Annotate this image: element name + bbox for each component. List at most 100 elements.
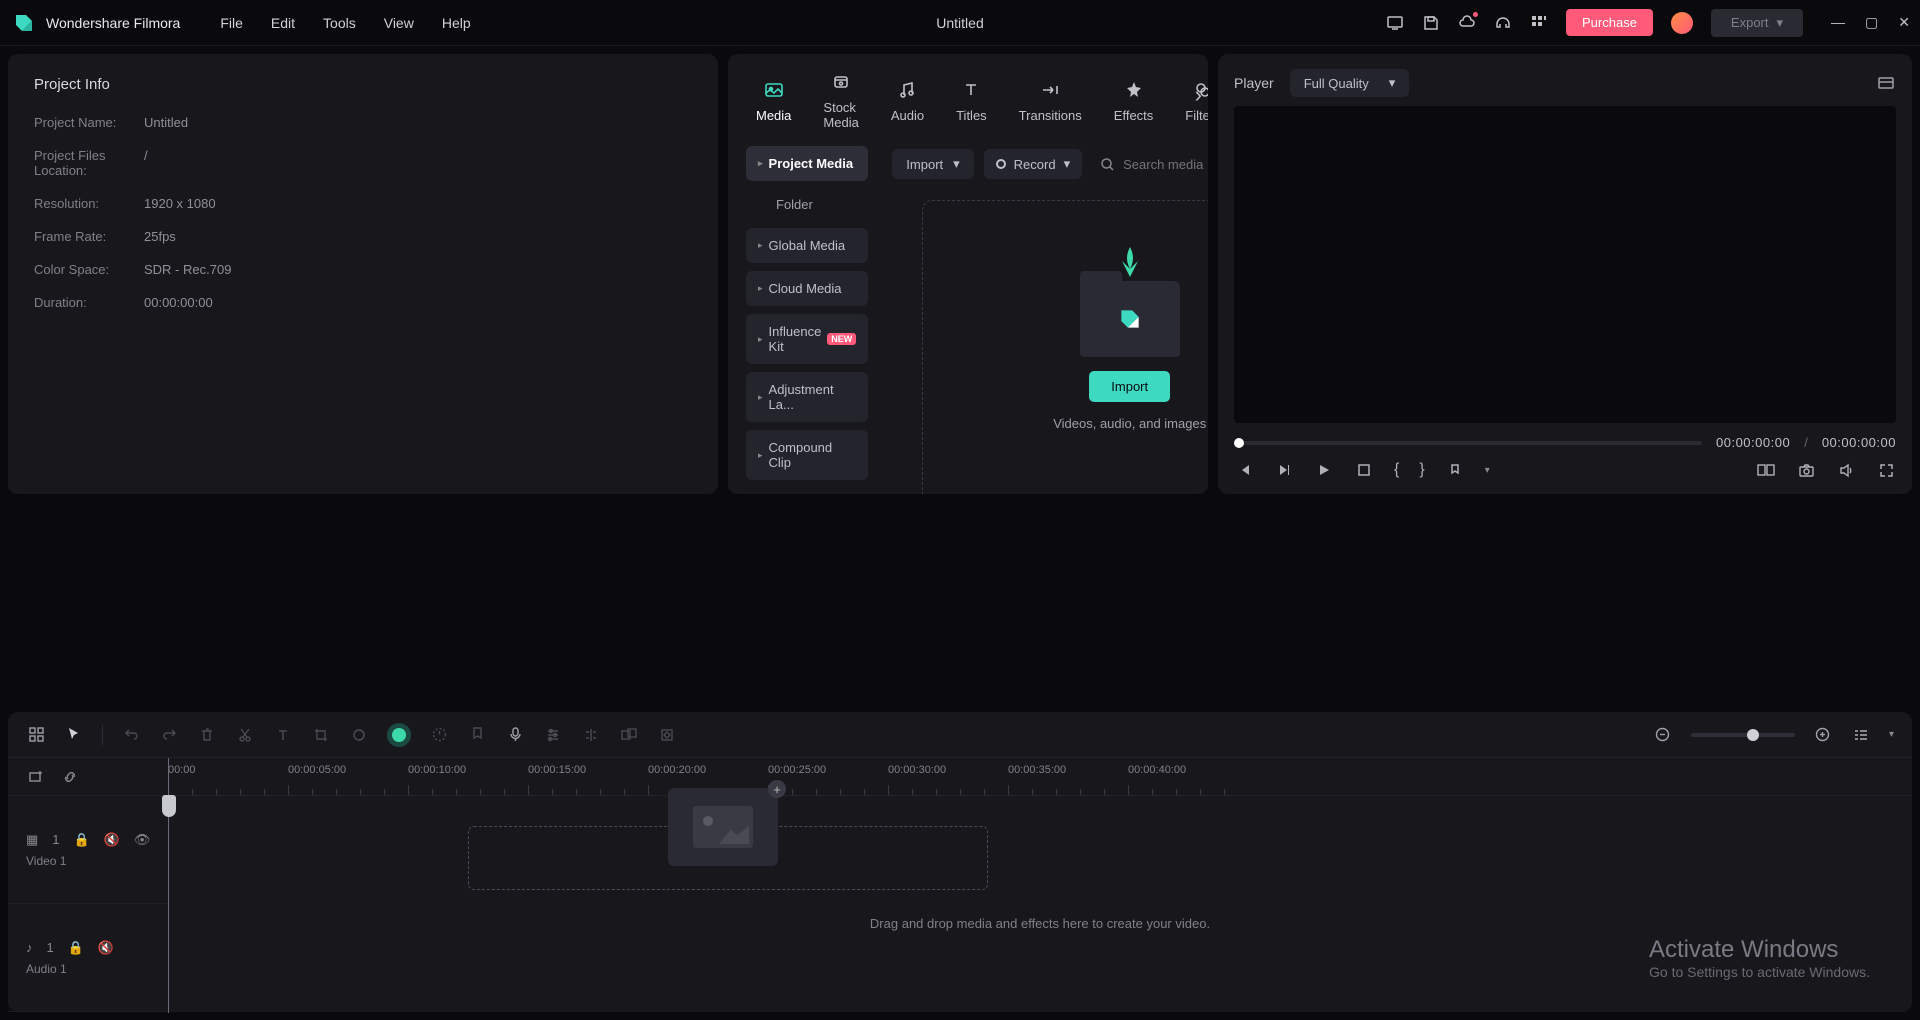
split-icon[interactable] xyxy=(581,725,601,745)
chevron-down-icon[interactable]: ▾ xyxy=(1485,465,1490,476)
link-icon[interactable] xyxy=(62,769,78,785)
timeline-lanes[interactable]: Drag and drop media and effects here to … xyxy=(168,796,1912,1012)
menu-view[interactable]: View xyxy=(384,15,414,31)
zoom-thumb[interactable] xyxy=(1747,729,1759,741)
tab-titles[interactable]: Titles xyxy=(944,72,999,129)
visibility-icon[interactable]: 👁 xyxy=(134,832,151,848)
step-forward-icon[interactable] xyxy=(1274,460,1294,480)
window-maximize[interactable]: ▢ xyxy=(1865,14,1878,31)
mark-out-icon[interactable]: } xyxy=(1419,461,1424,479)
tabs-scroll-right-icon[interactable]: › xyxy=(1195,82,1202,108)
ruler-mark: 00:00:40:00 xyxy=(1128,764,1186,776)
marker-tool-icon[interactable] xyxy=(467,725,487,745)
apps-icon[interactable] xyxy=(1530,14,1548,32)
tab-filters[interactable]: Filters xyxy=(1173,72,1208,129)
import-button[interactable]: Import xyxy=(1089,371,1170,402)
marker-dropdown-icon[interactable] xyxy=(1445,460,1465,480)
menu-edit[interactable]: Edit xyxy=(271,15,295,31)
media-dropzone[interactable]: Import Videos, audio, and images xyxy=(922,200,1208,494)
quality-dropdown[interactable]: Full Quality▾ xyxy=(1290,69,1410,97)
mark-in-icon[interactable]: { xyxy=(1394,461,1399,479)
sidebar-item-project-media[interactable]: ▸Project Media xyxy=(746,146,868,181)
track-header-audio[interactable]: ♪ 1 🔒 🔇 Audio 1 xyxy=(8,904,168,1012)
timeline-ruler[interactable]: 00:0000:00:05:0000:00:10:0000:00:15:0000… xyxy=(8,758,1912,796)
keyframe-icon[interactable] xyxy=(657,725,677,745)
media-tab-strip: Media Stock Media Audio Titles Transitio… xyxy=(728,54,1208,136)
preview-viewport[interactable] xyxy=(1234,106,1896,423)
document-title: Untitled xyxy=(936,15,983,31)
menu-file[interactable]: File xyxy=(220,15,243,31)
record-dropdown[interactable]: Record▾ xyxy=(984,149,1082,179)
text-icon[interactable] xyxy=(273,725,293,745)
snapshot-icon[interactable] xyxy=(1796,460,1816,480)
zoom-out-icon[interactable] xyxy=(1653,725,1673,745)
track-index: 1 xyxy=(47,940,54,956)
seek-bar[interactable] xyxy=(1234,441,1702,445)
transitions-icon xyxy=(1038,78,1062,102)
voiceover-icon[interactable] xyxy=(505,725,525,745)
sidebar-item-influence-kit[interactable]: ▸Influence KitNEW xyxy=(746,314,868,364)
zoom-in-icon[interactable] xyxy=(1813,725,1833,745)
skip-back-icon[interactable] xyxy=(1234,460,1254,480)
add-track-icon[interactable] xyxy=(28,769,44,785)
window-minimize[interactable]: — xyxy=(1831,14,1845,31)
dropzone-hint: Videos, audio, and images xyxy=(1053,416,1206,431)
project-info-panel: Project Info Project Name:Untitled Proje… xyxy=(8,54,718,494)
mixer-icon[interactable] xyxy=(543,725,563,745)
undo-icon[interactable] xyxy=(121,725,141,745)
export-button[interactable]: Export▾ xyxy=(1711,9,1803,37)
aspect-icon[interactable] xyxy=(1876,73,1896,93)
speed-icon[interactable] xyxy=(429,725,449,745)
ai-icon[interactable] xyxy=(387,723,411,747)
tab-stock-media[interactable]: Stock Media xyxy=(811,64,870,136)
sidebar-item-global-media[interactable]: ▸Global Media xyxy=(746,228,868,263)
zoom-slider[interactable] xyxy=(1691,733,1795,737)
delete-icon[interactable] xyxy=(197,725,217,745)
search-input[interactable] xyxy=(1123,157,1208,172)
compare-icon[interactable] xyxy=(1756,460,1776,480)
tab-effects[interactable]: Effects xyxy=(1102,72,1166,129)
save-icon[interactable] xyxy=(1422,14,1440,32)
layout-icon[interactable] xyxy=(26,725,46,745)
crop-icon[interactable] xyxy=(311,725,331,745)
fullscreen-icon[interactable] xyxy=(1876,460,1896,480)
track-header-video[interactable]: ▦ 1 🔒 🔇 👁 Video 1 xyxy=(8,796,168,904)
menu-help[interactable]: Help xyxy=(442,15,471,31)
tab-transitions[interactable]: Transitions xyxy=(1007,72,1094,129)
screen-icon[interactable] xyxy=(1386,14,1404,32)
cloud-icon[interactable] xyxy=(1458,14,1476,32)
sidebar-item-folder[interactable]: Folder xyxy=(746,189,868,220)
group-icon[interactable] xyxy=(619,725,639,745)
cut-icon[interactable] xyxy=(235,725,255,745)
mute-icon[interactable]: 🔇 xyxy=(98,940,114,956)
lock-icon[interactable]: 🔒 xyxy=(74,832,90,848)
play-icon[interactable] xyxy=(1314,460,1334,480)
selection-tool-icon[interactable] xyxy=(64,725,84,745)
caret-icon: ▸ xyxy=(758,283,763,294)
sidebar-item-cloud-media[interactable]: ▸Cloud Media xyxy=(746,271,868,306)
import-dropdown[interactable]: Import▾ xyxy=(892,149,973,179)
redo-icon[interactable] xyxy=(159,725,179,745)
sidebar-item-adjustment-layer[interactable]: ▸Adjustment La... xyxy=(746,372,868,422)
stock-media-icon xyxy=(829,70,853,94)
sidebar-item-compound-clip[interactable]: ▸Compound Clip xyxy=(746,430,868,480)
tab-media[interactable]: Media xyxy=(744,72,803,129)
headset-icon[interactable] xyxy=(1494,14,1512,32)
timeline-drop-card[interactable] xyxy=(668,788,778,866)
user-avatar[interactable] xyxy=(1671,12,1693,34)
mute-icon[interactable]: 🔇 xyxy=(104,832,120,848)
color-icon[interactable] xyxy=(349,725,369,745)
tab-audio[interactable]: Audio xyxy=(879,72,936,129)
chevron-down-icon[interactable]: ▾ xyxy=(1889,729,1894,740)
search-field[interactable] xyxy=(1092,157,1208,172)
record-dot-icon xyxy=(996,159,1006,169)
purchase-button[interactable]: Purchase xyxy=(1566,9,1653,36)
volume-icon[interactable] xyxy=(1836,460,1856,480)
menu-tools[interactable]: Tools xyxy=(323,15,356,31)
window-close[interactable]: ✕ xyxy=(1898,14,1910,31)
stop-icon[interactable] xyxy=(1354,460,1374,480)
tab-label: Effects xyxy=(1114,108,1154,123)
timeline-view-icon[interactable] xyxy=(1851,725,1871,745)
lock-icon[interactable]: 🔒 xyxy=(68,940,84,956)
seek-thumb[interactable] xyxy=(1234,438,1244,448)
